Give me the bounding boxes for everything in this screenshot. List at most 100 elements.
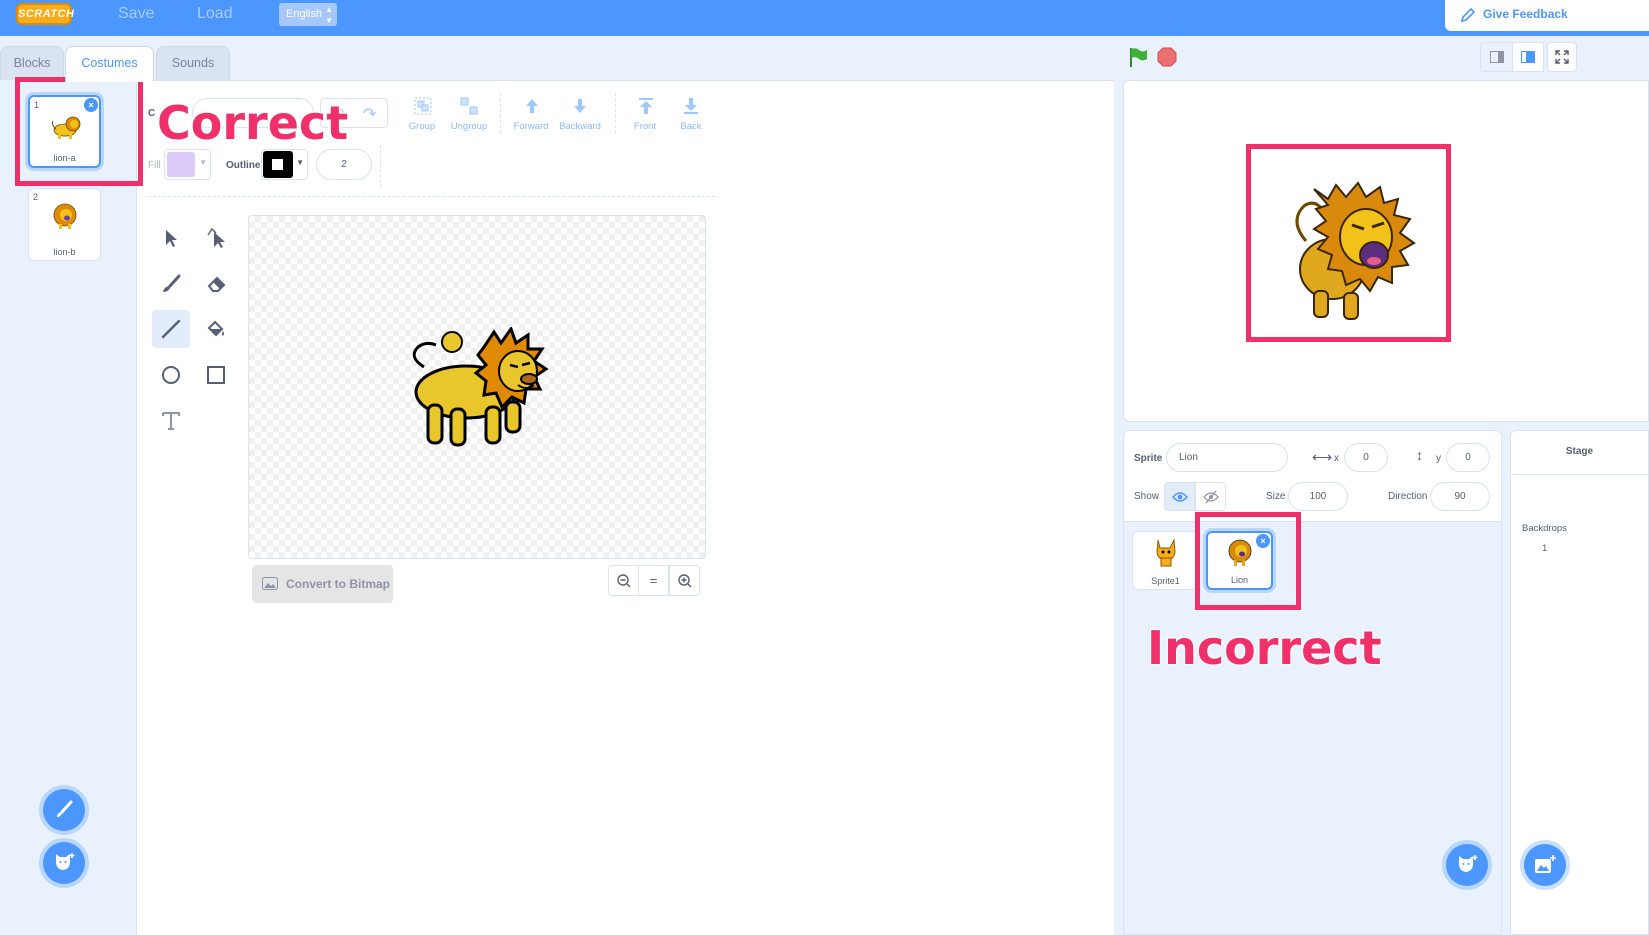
direction-label: Direction (1388, 491, 1428, 502)
convert-to-bitmap-label: Convert to Bitmap (286, 577, 391, 591)
sprite-name-label: Sprite (1134, 453, 1163, 464)
show-label: Show (1134, 491, 1160, 502)
backward-icon[interactable] (570, 97, 590, 115)
small-stage-icon (1490, 51, 1504, 63)
rectangle-icon (207, 366, 225, 384)
sprite-info-panel: Sprite Lion ⟷ x 0 ↕ y 0 Show Size 100 Di… (1123, 430, 1502, 935)
hide-sprite-button[interactable] (1195, 482, 1226, 511)
front-icon[interactable] (636, 97, 656, 115)
line-icon (161, 319, 181, 339)
choose-costume-button[interactable] (43, 842, 85, 884)
tab-sounds[interactable]: Sounds (156, 46, 230, 80)
fill-color-swatch (167, 152, 195, 177)
fill-color-picker[interactable]: ▼ (164, 149, 211, 180)
circle-tool[interactable] (152, 356, 190, 394)
sprite-tile-sprite1[interactable]: Sprite1 (1132, 531, 1199, 590)
paint-costume-button[interactable] (43, 789, 85, 831)
paint-bucket-icon (207, 320, 224, 337)
size-input[interactable]: 100 (1288, 482, 1348, 511)
pencil-icon (1460, 7, 1476, 22)
rectangle-tool[interactable] (197, 356, 235, 394)
chevron-down-icon: ▼ (199, 158, 207, 167)
select-tool[interactable] (152, 219, 190, 257)
zoom-out-button[interactable] (608, 565, 639, 596)
redo-icon[interactable]: ↷ (363, 104, 376, 124)
y-label: y (1436, 453, 1441, 464)
y-position-input[interactable]: 0 (1446, 443, 1490, 472)
outline-color-swatch (263, 151, 293, 178)
backdrops-label: Backdrops (1522, 523, 1567, 534)
brush-icon (163, 274, 181, 292)
fill-tool[interactable] (197, 310, 235, 348)
drawing-canvas[interactable] (248, 215, 706, 559)
arrow-pointer-icon (166, 230, 177, 247)
toolbar-separator (148, 196, 715, 197)
y-position-icon: ↕ (1416, 447, 1423, 463)
costume-tile-lion-b[interactable]: 2 lion-b (28, 188, 101, 261)
zoom-in-button[interactable] (669, 565, 700, 596)
show-sprite-button[interactable] (1164, 482, 1195, 511)
convert-to-bitmap-button[interactable]: Convert to Bitmap (252, 565, 393, 603)
green-flag-icon[interactable] (1127, 46, 1149, 68)
choose-sprite-button[interactable] (1446, 844, 1488, 886)
incorrect-annotation: Incorrect (1147, 621, 1382, 675)
eraser-tool[interactable] (197, 265, 235, 303)
lion-a-costume-drawing (412, 327, 549, 447)
costume-number: 2 (33, 192, 39, 202)
choose-backdrop-button[interactable] (1524, 844, 1566, 886)
toolbar-divider (380, 145, 381, 187)
stage-highlight-box (1246, 144, 1451, 342)
save-menu[interactable]: Save (118, 5, 154, 23)
scratch-logo[interactable]: SCRATCH (16, 3, 74, 25)
menu-bar: SCRATCH Save Load English ▲ ▼ Give Feedba… (0, 0, 1649, 36)
eye-icon (1171, 491, 1188, 502)
incorrect-highlight-box (1195, 512, 1301, 610)
fullscreen-button[interactable] (1547, 42, 1577, 72)
load-menu[interactable]: Load (197, 5, 233, 23)
select-arrows-icon: ▲ ▼ (325, 5, 333, 25)
ungroup-label: Ungroup (450, 121, 488, 132)
image-icon (262, 577, 278, 590)
small-stage-button[interactable] (1480, 42, 1514, 72)
zoom-in-icon (677, 573, 691, 587)
zoom-out-icon (616, 573, 630, 587)
x-label: x (1334, 453, 1339, 464)
backward-label: Backward (559, 121, 601, 132)
stage-title: Stage (1565, 446, 1594, 457)
sprite-name-input[interactable]: Lion (1166, 443, 1288, 472)
group-icon[interactable] (413, 96, 433, 116)
zoom-reset-button[interactable]: = (638, 565, 669, 596)
backdrop-add-icon (1535, 855, 1556, 873)
forward-icon[interactable] (522, 97, 542, 115)
reshape-tool[interactable] (197, 219, 235, 257)
sprite-label: Sprite1 (1151, 576, 1180, 586)
large-stage-icon (1521, 51, 1535, 63)
cat-add-icon (55, 853, 75, 870)
fullscreen-icon (1555, 50, 1569, 64)
back-icon[interactable] (681, 97, 701, 115)
tab-blocks[interactable]: Blocks (0, 46, 64, 80)
brush-tool[interactable] (152, 265, 190, 303)
tab-costumes[interactable]: Costumes (65, 46, 154, 82)
ungroup-icon[interactable] (459, 96, 479, 116)
size-label: Size (1266, 491, 1286, 502)
correct-highlight-box (15, 77, 143, 186)
text-tool[interactable] (152, 402, 190, 440)
direction-input[interactable]: 90 (1430, 482, 1490, 511)
reshape-icon (207, 227, 225, 248)
give-feedback-button[interactable]: Give Feedback (1445, 0, 1649, 31)
stop-icon[interactable] (1157, 47, 1177, 67)
outline-color-picker[interactable]: ▼ (261, 149, 308, 180)
language-select[interactable]: English ▲ ▼ (279, 3, 337, 26)
eye-slash-icon (1202, 490, 1219, 503)
stage-target-panel[interactable]: Stage Backdrops 1 (1510, 430, 1649, 935)
lion-b-thumbnail (53, 203, 77, 229)
backdrops-count: 1 (1542, 543, 1548, 554)
x-position-input[interactable]: 0 (1344, 443, 1388, 472)
large-stage-button[interactable] (1512, 42, 1544, 72)
circle-icon (162, 366, 180, 384)
costume-list: 1 × lion-a 2 lion-b (0, 80, 137, 935)
outline-width-input[interactable]: 2 (316, 149, 372, 180)
x-position-icon: ⟷ (1312, 449, 1333, 465)
line-tool[interactable] (152, 310, 190, 348)
